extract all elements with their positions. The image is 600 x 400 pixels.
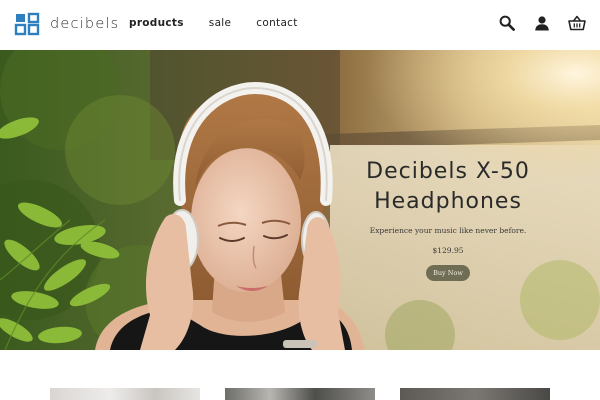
hero-title-line-1: Decibels X-50 (366, 159, 530, 184)
hero-subtitle: Experience your music like never before. (369, 226, 527, 235)
basket-icon (568, 15, 586, 31)
buy-now-button[interactable]: Buy Now (426, 265, 470, 281)
nav-link-products[interactable]: products (129, 17, 184, 29)
nav-link-contact[interactable]: contact (256, 17, 297, 29)
search-icon (499, 15, 515, 31)
main-nav: products sale contact (129, 17, 323, 29)
product-card-2[interactable] (225, 388, 375, 400)
search-button[interactable] (498, 14, 516, 32)
account-button[interactable] (533, 14, 551, 32)
user-icon (535, 16, 549, 31)
product-card-3[interactable] (400, 388, 550, 400)
decibels-logo-icon (14, 12, 40, 36)
brand-logo[interactable]: decibels (14, 12, 119, 36)
nav-link-sale[interactable]: sale (209, 17, 231, 29)
product-card-1[interactable] (50, 388, 200, 400)
brand-name: decibels (50, 16, 120, 32)
header-tools (481, 14, 586, 32)
hero-title-line-2: Headphones (374, 189, 522, 214)
cart-button[interactable] (568, 14, 586, 32)
hero-banner: Decibels X-50 Headphones Experience your… (0, 50, 600, 350)
hero-title: Decibels X-50 Headphones (340, 157, 556, 217)
site-header: decibels products sale contact (0, 0, 600, 50)
hero-price: $129.95 (432, 246, 464, 255)
